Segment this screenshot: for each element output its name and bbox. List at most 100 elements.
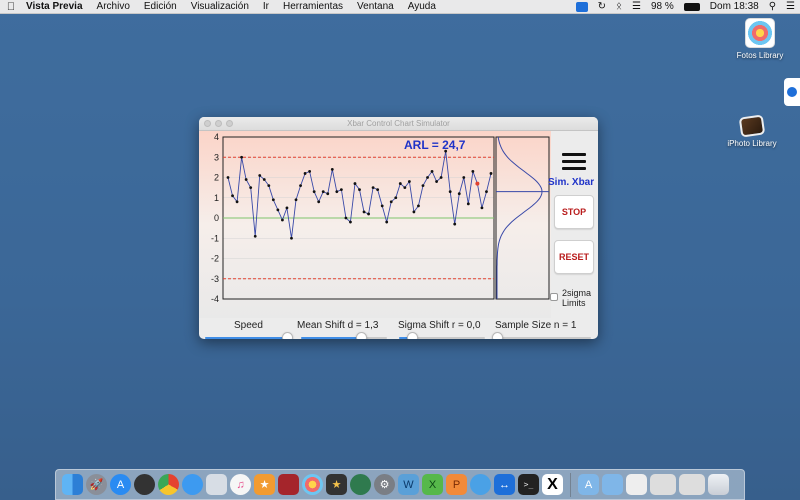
screenshot-stack-icon[interactable] [650,474,676,495]
x11-icon[interactable]: X [542,474,563,495]
menu-hamburger-icon[interactable] [562,153,586,170]
mean-shift-slider[interactable] [301,332,387,339]
data-point [271,198,275,202]
itunes-icon[interactable]: ♫ [230,474,251,495]
menu-herramientas[interactable]: Herramientas [276,1,350,12]
applications-folder-icon[interactable]: A [578,474,599,495]
two-sigma-label: 2sigma Limits [562,288,591,308]
spotlight-icon[interactable]: ⚲ [764,1,781,12]
finder-icon[interactable] [62,474,83,495]
app-store-icon[interactable]: A [110,474,131,495]
data-point [339,188,343,192]
two-sigma-checkbox[interactable] [550,293,558,301]
menu-ir[interactable]: Ir [256,1,276,12]
teamviewer-dock-icon[interactable]: ↔ [494,474,515,495]
documents-folder-icon[interactable] [602,474,623,495]
data-point [330,168,334,171]
battery-icon[interactable] [679,2,705,11]
menu-visualizacion[interactable]: Visualización [184,1,256,12]
data-point [358,188,361,192]
powerpoint-icon[interactable]: P [446,474,467,495]
stop-button[interactable]: STOP [554,195,594,229]
sample-size-slider-label: Sample Size n = 1 [495,320,577,331]
data-point [489,172,493,175]
xbar-simulator-window: Xbar Control Chart Simulator 4 3 2 1 0 -1 -2 -3… [199,117,598,339]
window-titlebar[interactable]: Xbar Control Chart Simulator [199,117,598,131]
mean-shift-slider-label: Mean Shift d = 1,3 [297,320,379,331]
teamviewer-side-tab[interactable] [784,78,800,106]
data-point [326,192,330,196]
data-point [244,178,248,181]
window-stack-icon[interactable] [679,474,705,495]
minimize-window-button[interactable] [215,120,222,127]
sample-size-slider-knob[interactable] [492,332,503,339]
downloads-stack-icon[interactable] [626,474,647,495]
data-point [321,190,325,194]
speed-slider[interactable] [205,332,293,339]
apple-menu-icon[interactable]:  [0,1,22,13]
system-preferences-icon[interactable]: ⚙ [374,474,395,495]
data-point [290,236,293,240]
trash-icon[interactable] [708,474,729,495]
desktop-icon-fotos-library[interactable]: Fotos Library [715,18,800,60]
two-sigma-label-line1: 2sigma [562,288,592,298]
window-title: Xbar Control Chart Simulator [347,119,450,128]
preview-icon[interactable] [206,474,227,495]
excel-icon[interactable]: X [422,474,443,495]
menu-edicion[interactable]: Edición [137,1,184,12]
zoom-window-button[interactable] [226,120,233,127]
sigma-shift-slider[interactable] [399,332,485,339]
chrome-icon[interactable] [158,474,179,495]
two-sigma-label-line2: Limits [562,298,586,308]
menu-archivo[interactable]: Archivo [90,1,137,12]
word-icon[interactable]: W [398,474,419,495]
data-point [475,181,480,186]
menu-ayuda[interactable]: Ayuda [401,1,443,12]
data-point [226,176,230,179]
y-tick-label: 3 [214,152,219,162]
data-point [412,210,416,214]
sample-size-slider[interactable] [492,332,591,339]
notification-center-icon[interactable]: ☰ [781,1,800,12]
data-point [335,190,339,194]
desktop-icon-iphoto-library[interactable]: iPhoto Library [707,114,797,148]
menu-app-name[interactable]: Vista Previa [22,1,90,12]
battery-percent[interactable]: 98 % [646,1,679,12]
photos-icon[interactable] [302,474,323,495]
safari-icon[interactable] [182,474,203,495]
imovie-icon[interactable]: ★ [326,474,347,495]
wifi-icon[interactable]: ☰ [627,1,646,12]
ibooks-icon[interactable]: ★ [254,474,275,495]
time-machine-icon[interactable]: ↻ [593,1,611,12]
onedrive-icon[interactable] [470,474,491,495]
data-point [471,170,475,173]
mean-shift-slider-knob[interactable] [356,332,368,339]
reset-button[interactable]: RESET [554,240,594,274]
data-point [407,180,411,183]
time-machine-dock-icon[interactable] [350,474,371,495]
iphoto-library-icon [738,114,766,138]
speed-slider-knob[interactable] [281,332,293,339]
launchpad-icon[interactable]: 🚀 [86,474,107,495]
two-sigma-limits-toggle[interactable]: 2sigma Limits [550,288,591,308]
clock[interactable]: Dom 18:38 [705,1,764,12]
data-point [417,204,420,208]
data-point [394,196,398,200]
chart-background [199,131,551,318]
bluetooth-icon[interactable]: ᛟ [611,1,627,12]
status-area: ↻ ᛟ ☰ 98 % Dom 18:38 ⚲ ☰ [571,0,800,14]
sigma-shift-slider-knob[interactable] [406,332,418,339]
speed-slider-label: Speed [234,320,263,331]
y-tick-label: 0 [214,213,219,223]
data-point [294,198,298,202]
teamviewer-status-icon[interactable] [571,1,593,12]
photo-booth-icon[interactable] [278,474,299,495]
dashboard-icon[interactable] [134,474,155,495]
data-point [281,218,284,222]
terminal-icon[interactable]: >_ [518,474,539,495]
desktop-icon-label: Fotos Library [736,51,784,60]
data-point [462,176,466,179]
close-window-button[interactable] [204,120,211,127]
data-point [457,192,461,196]
menu-ventana[interactable]: Ventana [350,1,401,12]
